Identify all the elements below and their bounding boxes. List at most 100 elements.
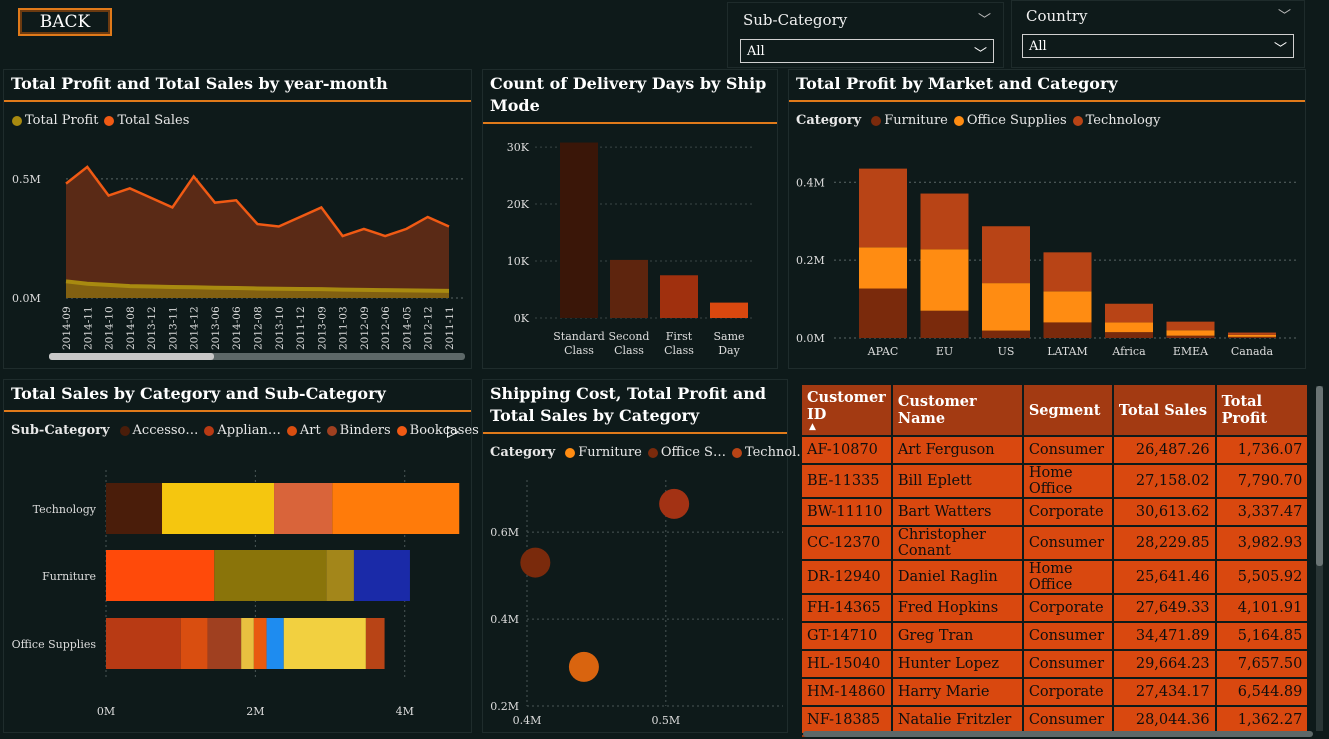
- subcategory-slicer-title: Sub-Category: [743, 11, 848, 29]
- profit-sales-chart: 0.0M 0.5M 2014-09 2014-11 2014-10 2014-08 2013…: [12, 165, 465, 360]
- subcategory-selected-value: All: [747, 43, 765, 59]
- table-cell: 1,736.07: [1216, 437, 1308, 463]
- scatter-point: [520, 547, 551, 578]
- table-cell: DR-12940: [802, 561, 891, 593]
- table-cell: Consumer: [1023, 707, 1112, 733]
- table-cell: Harry Marie: [892, 679, 1022, 705]
- x-tick-label: 2012-08: [253, 306, 265, 350]
- sales-area: [66, 166, 449, 298]
- table-row[interactable]: BE-11335 Bill Eplett Home Office 27,158.02 7…: [802, 465, 1308, 497]
- x-tick-label: 2011-03: [338, 306, 350, 350]
- column-header-total-profit[interactable]: Total Profit: [1216, 385, 1308, 435]
- table-row[interactable]: NF-18385 Natalie Fritzler Consumer 28,044.3…: [802, 707, 1308, 733]
- table-cell: Natalie Fritzler: [892, 707, 1022, 733]
- bar-segment: [859, 288, 907, 338]
- x-tick-label: 2014-06: [231, 306, 243, 350]
- x-tick-label: APAC: [867, 345, 899, 358]
- bar-segment: [982, 226, 1030, 284]
- y-tick-label: 0.2M: [490, 700, 519, 713]
- scrollbar-thumb[interactable]: [1316, 386, 1323, 566]
- slicer-collapse-icon[interactable]: ﹀: [1278, 5, 1291, 24]
- x-tick-label: 2014-10: [104, 306, 116, 350]
- vertical-scrollbar[interactable]: [1316, 386, 1323, 731]
- shipping-chart: 0.2M0.4M0.6M0.4M 0.5M: [490, 480, 783, 727]
- table-row[interactable]: HM-14860 Harry Marie Corporate 27,434.17 6,5…: [802, 679, 1308, 705]
- bar-segment: [920, 310, 969, 338]
- table-cell: Consumer: [1023, 651, 1112, 677]
- horizontal-scrollbar[interactable]: [803, 731, 1313, 737]
- table-cell: Art Ferguson: [892, 437, 1022, 463]
- x-tick-label: 2011-11: [444, 306, 456, 350]
- customer-table-panel: Customer ID ▲ Customer Name Segment Total…: [800, 383, 1326, 737]
- customer-table: Customer ID ▲ Customer Name Segment Total…: [800, 383, 1309, 737]
- bar-segment: [859, 247, 907, 289]
- table-cell: Bart Watters: [892, 499, 1022, 525]
- table-cell: 25,641.46: [1113, 561, 1215, 593]
- delivery-chart: 0K10K20K30KStandardClassSecondClassFirst…: [507, 141, 753, 357]
- y-tick-label: 30K: [507, 141, 530, 154]
- subcategory-dropdown[interactable]: All ﹀: [740, 39, 994, 63]
- x-tick-label: 2012-12: [423, 306, 435, 350]
- x-tick-label: 2013-11: [167, 306, 179, 350]
- table-row[interactable]: AF-10870 Art Ferguson Consumer 26,487.26 1,7…: [802, 437, 1308, 463]
- slicer-collapse-icon[interactable]: ﹀: [978, 9, 991, 28]
- category-sub-chart: 0M 2M 4M Technology Furniture Office Supplies: [12, 470, 460, 718]
- bar-segment: [1105, 322, 1153, 333]
- x-tick-label: 2012-09: [359, 306, 371, 350]
- back-button[interactable]: BACK: [18, 8, 112, 36]
- table-cell: 4,101.91: [1216, 595, 1308, 621]
- x-tick-label: 2014-05: [401, 306, 413, 350]
- y-tick-label: 0.2M: [796, 254, 825, 267]
- country-slicer: Country ﹀ All ﹀: [1011, 0, 1305, 68]
- bar-segment: [106, 618, 181, 669]
- table-row[interactable]: BW-11110 Bart Watters Corporate 30,613.62 3,…: [802, 499, 1308, 525]
- column-header-customer-id[interactable]: Customer ID ▲: [802, 385, 891, 435]
- bar-segment: [982, 330, 1030, 338]
- column-header-segment[interactable]: Segment: [1023, 385, 1112, 435]
- bar-segment: [266, 618, 284, 669]
- table-row[interactable]: GT-14710 Greg Tran Consumer 34,471.89 5,164.…: [802, 623, 1308, 649]
- x-tick-label: Class: [564, 344, 594, 357]
- table-cell: Greg Tran: [892, 623, 1022, 649]
- bar-segment: [207, 618, 242, 669]
- bar-segment: [332, 483, 460, 534]
- table-cell: 27,434.17: [1113, 679, 1215, 705]
- table-cell: 27,158.02: [1113, 465, 1215, 497]
- bar-segment: [180, 618, 208, 669]
- x-tick-label: 2M: [246, 705, 264, 718]
- bar: [660, 275, 698, 318]
- y-tick-label: 10K: [507, 255, 530, 268]
- bar-segment: [274, 483, 333, 534]
- table-cell: Corporate: [1023, 679, 1112, 705]
- x-tick-label: 2013-06: [210, 306, 222, 350]
- bar: [560, 142, 598, 318]
- column-header-total-sales[interactable]: Total Sales: [1113, 385, 1215, 435]
- x-tick-label: 0.5M: [651, 714, 680, 727]
- x-tick-label: 2014-12: [189, 306, 201, 350]
- scatter-point: [568, 651, 599, 682]
- scrollbar-thumb: [49, 353, 214, 360]
- bar-segment: [106, 550, 215, 601]
- delivery-panel: Count of Delivery Days by Ship Mode 0K 10…: [482, 69, 778, 369]
- table-cell: 5,164.85: [1216, 623, 1308, 649]
- table-row[interactable]: HL-15040 Hunter Lopez Consumer 29,664.23 7,6…: [802, 651, 1308, 677]
- table-header-row: Customer ID ▲ Customer Name Segment Total…: [802, 385, 1308, 435]
- table-cell: 27,649.33: [1113, 595, 1215, 621]
- subcategory-slicer: Sub-Category ﹀ All ﹀: [727, 2, 1004, 68]
- country-dropdown[interactable]: All ﹀: [1022, 34, 1294, 58]
- column-header-customer-name[interactable]: Customer Name: [892, 385, 1022, 435]
- x-tick-label: 2013-10: [274, 306, 286, 350]
- bar-segment: [1228, 332, 1276, 335]
- table-row[interactable]: FH-14365 Fred Hopkins Corporate 27,649.33 4,…: [802, 595, 1308, 621]
- chevron-down-icon: ﹀: [973, 47, 987, 62]
- x-tick-label: 0.4M: [513, 714, 542, 727]
- x-tick-label: Second: [609, 330, 650, 343]
- bar-segment: [326, 550, 354, 601]
- table-row[interactable]: DR-12940 Daniel Raglin Home Office 25,641.4…: [802, 561, 1308, 593]
- table-row[interactable]: CC-12370 Christopher Conant Consumer 28,229…: [802, 527, 1308, 559]
- x-tick-label: 0M: [97, 705, 115, 718]
- x-tick-label: 2011-12: [295, 306, 307, 350]
- bar-segment: [365, 618, 385, 669]
- y-tick-label: Office Supplies: [12, 638, 97, 651]
- table-cell: 6,544.89: [1216, 679, 1308, 705]
